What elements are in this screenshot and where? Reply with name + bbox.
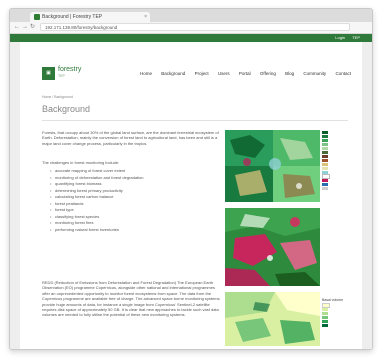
nav-users[interactable]: Users	[218, 71, 230, 76]
tab-title: Background | Forestry TEP	[42, 14, 103, 20]
nav-background[interactable]: Background	[161, 71, 185, 76]
url-field[interactable]: 192.171.139.80/forestry/background	[40, 23, 350, 31]
title-divider	[42, 120, 348, 121]
browser-window: Background | Forestry TEP × ← → ↻ 192.17…	[9, 8, 373, 350]
legend-item	[322, 323, 360, 327]
browser-tab[interactable]: Background | Forestry TEP ×	[30, 12, 150, 22]
website: Login TEP ▣ forestry TEP Home Background…	[10, 34, 372, 349]
nav-blog[interactable]: Blog	[285, 71, 294, 76]
top-links: Login TEP	[329, 34, 360, 42]
reload-icon[interactable]: ↻	[30, 23, 35, 32]
back-icon[interactable]: ←	[14, 23, 20, 32]
basal-volume-map-image	[225, 292, 320, 346]
logo-title[interactable]: forestry	[58, 66, 81, 74]
main-nav: Home Background Project Users Portal Off…	[140, 71, 359, 77]
tep-link[interactable]: TEP	[352, 35, 360, 40]
logo-icon[interactable]: ▣	[42, 67, 55, 80]
legend-swatch	[322, 186, 328, 190]
page-title: Background	[42, 104, 91, 114]
nav-project[interactable]: Project	[195, 71, 209, 76]
favicon-icon	[34, 14, 40, 20]
nav-portal[interactable]: Portal	[239, 71, 251, 76]
content-area: ▣ forestry TEP Home Background Project U…	[20, 42, 362, 349]
nav-home[interactable]: Home	[140, 71, 152, 76]
close-icon[interactable]: ×	[144, 12, 147, 22]
basal-volume-legend: Basal volume	[322, 298, 360, 327]
nav-contact[interactable]: Contact	[335, 71, 351, 76]
page: Background | Forestry TEP × ← → ↻ 192.17…	[0, 0, 381, 358]
logo-subtitle: TEP	[58, 74, 65, 78]
classification-legend	[322, 130, 360, 190]
forward-icon[interactable]: →	[22, 23, 28, 32]
forest-classification-map	[225, 130, 320, 202]
intro-paragraph: Forests, that occupy about 30% of the gl…	[42, 130, 219, 146]
legend-title: Basal volume	[322, 298, 344, 302]
tab-bar: Background | Forestry TEP ×	[10, 9, 372, 22]
breadcrumb[interactable]: Home / Background	[42, 95, 73, 99]
redd-paragraph: REDD (Reduction of Emissions from Defore…	[42, 280, 220, 318]
challenges-heading: The challenges in forest monitoring incl…	[42, 160, 120, 165]
deforestation-map	[225, 208, 320, 286]
basal-volume-map	[225, 292, 320, 346]
top-strip: Login TEP	[10, 34, 372, 42]
challenges-list: accurate mapping of forest cover extent …	[50, 168, 220, 233]
legend-swatch	[322, 323, 328, 327]
classification-map-image	[225, 130, 320, 202]
deforestation-map-image	[225, 208, 320, 286]
list-item: performing natural forest inventories	[50, 227, 220, 234]
legend-item	[322, 186, 360, 190]
login-link[interactable]: Login	[335, 35, 345, 40]
address-bar: ← → ↻ 192.171.139.80/forestry/background	[10, 22, 372, 34]
nav-community[interactable]: Community	[303, 71, 326, 76]
nav-offering[interactable]: Offering	[260, 71, 276, 76]
